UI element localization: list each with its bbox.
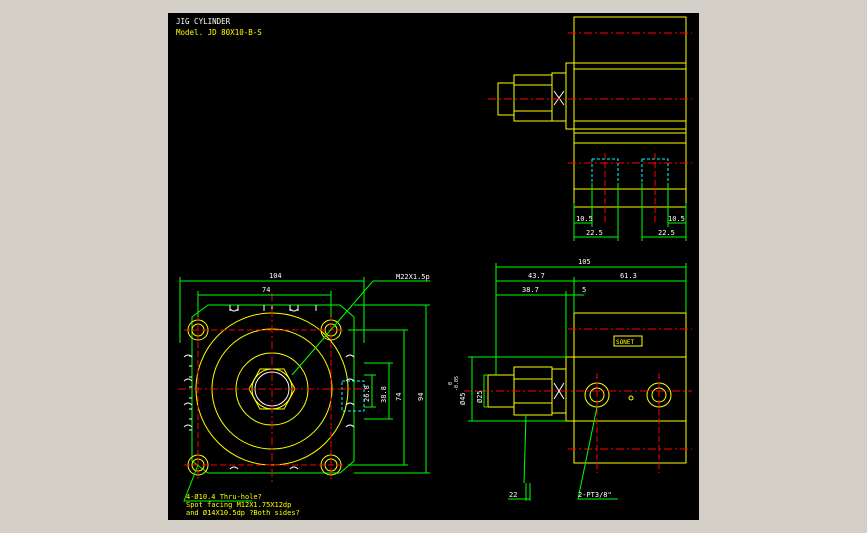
- nameplate: SONET: [616, 339, 634, 346]
- dim-front-width-overall: 104: [269, 272, 282, 280]
- title-model: Model. JD 80X10-B-S: [176, 28, 262, 37]
- dim-side-bottom: 22: [509, 491, 517, 499]
- callout-thread: M22X1.5p: [396, 273, 430, 281]
- cad-drawing: JIG CYLINDER Model. JD 80X10-B-S 104 74 …: [176, 16, 692, 517]
- side-view: SONET: [464, 312, 692, 473]
- dim-front-height-holes: 74: [395, 393, 403, 401]
- dim-side-body: 61.3: [620, 272, 637, 280]
- top-view: [488, 16, 692, 223]
- dim-side-rod: 38.7: [522, 286, 539, 294]
- dim-top-left-port: 10.5: [576, 215, 593, 223]
- dim-side-total: 105: [578, 258, 591, 266]
- callout-mount-1: 4-Ø10.4 Thru-hole?: [186, 493, 262, 501]
- dim-side-gap: 5: [582, 286, 586, 294]
- dim-top-left-span: 22.5: [586, 229, 603, 237]
- dim-top-right-span: 22.5: [658, 229, 675, 237]
- side-dimensions: [468, 263, 687, 501]
- tol-minus: -0.05: [454, 376, 460, 391]
- title-name: JIG CYLINDER: [176, 17, 231, 26]
- dim-top-right-port: 10.5: [668, 215, 685, 223]
- dim-side-rod-dia: Ø25: [476, 390, 484, 403]
- dim-port-height-2: 26.8: [363, 385, 371, 402]
- dim-side-offset: 43.7: [528, 272, 545, 280]
- dim-front-height-overall: 94: [417, 393, 425, 401]
- callout-mount-3: and Ø14X10.5dp ?Both sides?: [186, 509, 300, 517]
- dim-front-width-holes: 74: [262, 286, 270, 294]
- callout-port: 2-PT3/8": [578, 491, 612, 499]
- callout-mount-2: Spot facing M12X1.75X12dp: [186, 501, 291, 509]
- front-view: [178, 293, 368, 483]
- dim-side-piston: Ø45: [459, 392, 467, 405]
- dim-port-height-1: 38.8: [380, 386, 388, 403]
- drawing-sheet: JIG CYLINDER Model. JD 80X10-B-S 104 74 …: [168, 13, 699, 520]
